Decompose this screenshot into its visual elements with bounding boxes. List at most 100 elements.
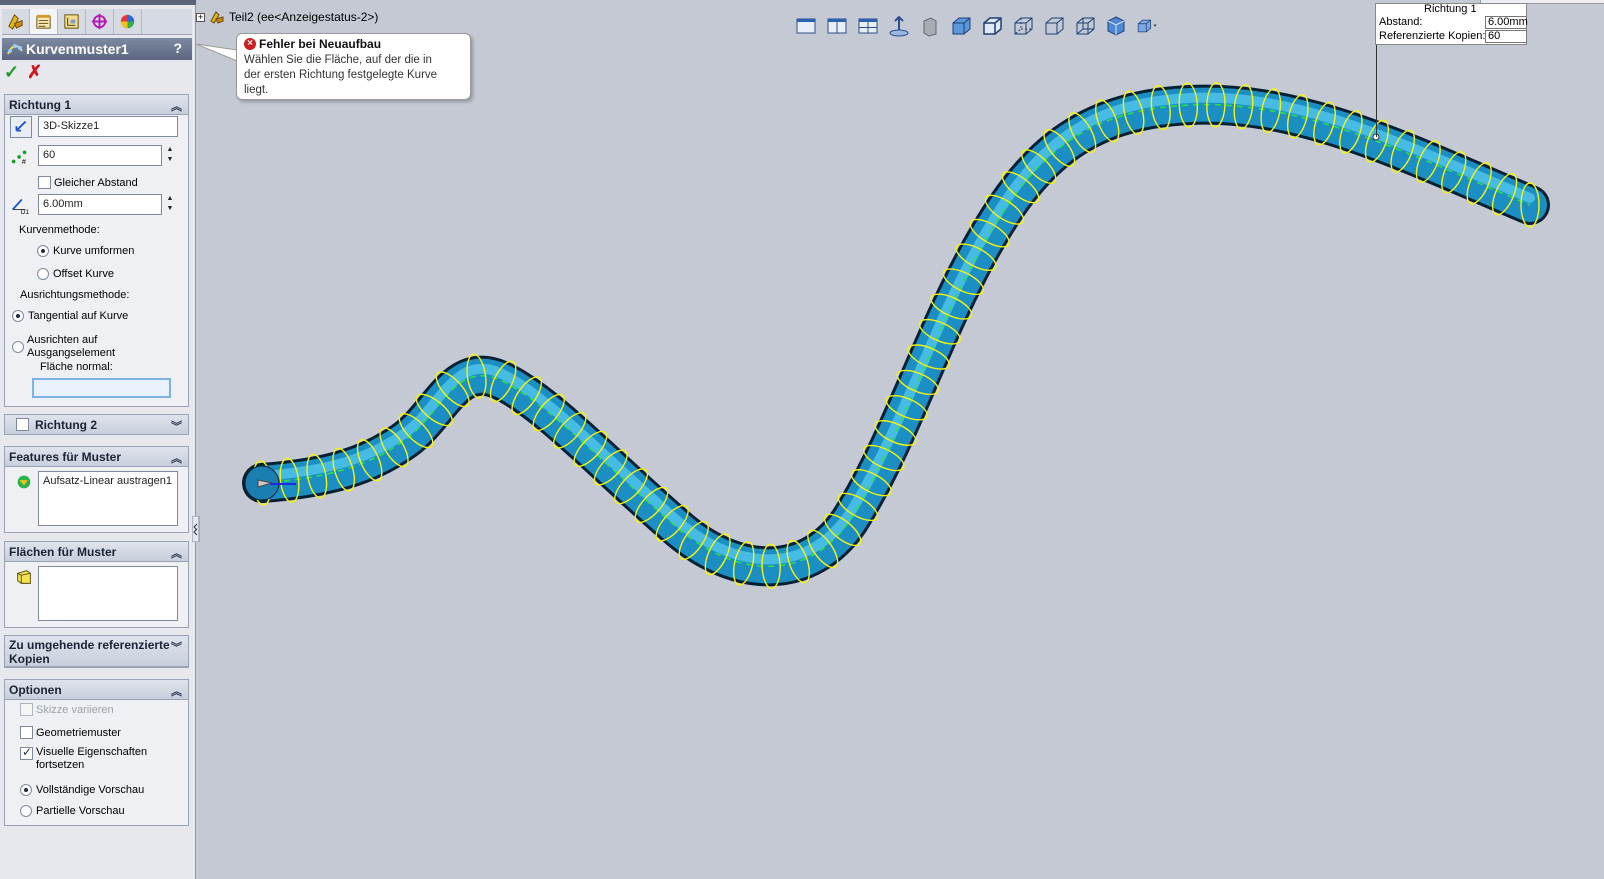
- shaded-button[interactable]: [949, 14, 973, 38]
- instance-count-field[interactable]: 60: [38, 145, 162, 166]
- section-view-button[interactable]: [918, 14, 942, 38]
- equal-spacing-label: Gleicher Abstand: [54, 177, 138, 189]
- tube-highlight: [257, 92, 1535, 565]
- two-view-button[interactable]: [825, 14, 849, 38]
- curve-method-transform-row[interactable]: Kurve umformen: [37, 245, 134, 258]
- iso-view-button[interactable]: [1104, 14, 1128, 38]
- spacing-spinner[interactable]: ▲ ▼: [165, 194, 175, 215]
- dimxpert-tab[interactable]: [86, 9, 114, 34]
- vary-sketch-checkbox[interactable]: [20, 703, 33, 716]
- normal-to-button[interactable]: [887, 14, 911, 38]
- help-button[interactable]: ?: [173, 40, 182, 56]
- feature-tree-root[interactable]: + Teil2 (ee<Anzeigestatus-2>): [196, 10, 378, 24]
- curve-method-label: Kurvenmethode:: [19, 224, 100, 236]
- swept-boss-tube[interactable]: [245, 87, 1547, 584]
- configuration-manager-tab[interactable]: [58, 9, 86, 34]
- faces-header[interactable]: Flächen für Muster ︽: [5, 542, 188, 562]
- section-view-icon: [923, 17, 937, 37]
- error-message-line3: liegt.: [244, 84, 269, 96]
- callout-spacing-field[interactable]: 6.00mm: [1485, 16, 1528, 29]
- geometry-pattern-checkbox[interactable]: [20, 726, 33, 739]
- features-list[interactable]: Aufsatz-Linear austragen1: [38, 471, 178, 526]
- faces-list[interactable]: [38, 566, 178, 621]
- pm-title-bar: Kurvenmuster1 ?: [2, 38, 192, 60]
- ok-button[interactable]: ✓: [4, 63, 19, 81]
- direction2-header[interactable]: Richtung 2 ︾: [5, 415, 188, 435]
- pattern-curve-field[interactable]: 3D-Skizze1: [38, 116, 178, 137]
- collapse-icon: ︽: [171, 548, 182, 560]
- ok-cancel-bar: ✓ ✗: [4, 63, 42, 81]
- hidden-lines-visible-button[interactable]: [1011, 14, 1035, 38]
- skip-instances-group: Zu umgehende referenzierte Kopien ︾: [4, 635, 189, 668]
- faces-selection-icon: [14, 567, 36, 589]
- error-title: Fehler bei Neuaufbau: [259, 37, 382, 51]
- equal-spacing-row: Gleicher Abstand: [38, 176, 138, 189]
- options-header[interactable]: Optionen ︽: [5, 680, 188, 700]
- direction1-header[interactable]: Richtung 1 ︽: [5, 95, 188, 115]
- full-preview-radio[interactable]: [20, 784, 32, 797]
- geometry-pattern-row[interactable]: Geometriemuster: [20, 726, 121, 739]
- single-view-button[interactable]: [794, 14, 818, 38]
- curve-pattern-icon: [7, 44, 23, 55]
- wireframe-button[interactable]: [1073, 14, 1097, 38]
- spacing-field[interactable]: 6.00mm: [38, 194, 162, 215]
- full-preview-label: Vollständige Vorschau: [36, 784, 145, 796]
- direction2-checkbox[interactable]: [16, 418, 29, 431]
- cancel-button[interactable]: ✗: [27, 63, 42, 81]
- direction1-group: Richtung 1 ︽ 3D-Skizze1 # 60 ▲ ▼ Gleicher…: [4, 94, 189, 407]
- collapse-icon: ︽: [171, 101, 182, 113]
- faces-group: Flächen für Muster ︽: [4, 541, 189, 628]
- spacing-dimension-icon: D1: [10, 195, 32, 217]
- skip-instances-title-1: Zu umgehende referenzierte: [9, 638, 170, 652]
- vary-sketch-label: Skizze variieren: [36, 704, 114, 716]
- four-view-icon: [858, 18, 878, 34]
- feature-manager-tab[interactable]: [2, 9, 30, 34]
- feature-manager-icon: [8, 14, 23, 30]
- options-group: Optionen ︽ Skizze variieren Geometriemus…: [4, 679, 189, 826]
- partial-preview-label: Partielle Vorschau: [36, 805, 125, 817]
- four-view-button[interactable]: [856, 14, 880, 38]
- propagate-visual-row[interactable]: [20, 745, 33, 760]
- tangent-radio[interactable]: [12, 310, 24, 323]
- hidden-lines-removed-button[interactable]: [1042, 14, 1066, 38]
- svg-text:D1: D1: [21, 209, 30, 215]
- property-manager-tab[interactable]: [30, 9, 58, 34]
- curve-method-offset-row[interactable]: Offset Kurve: [37, 268, 114, 281]
- view-orientation-button[interactable]: [1135, 14, 1159, 38]
- tangent-label: Tangential auf Kurve: [28, 310, 129, 322]
- align-seed-radio[interactable]: [12, 341, 24, 354]
- pm-title: Kurvenmuster1: [26, 41, 129, 57]
- panel-top-strip: [0, 0, 196, 5]
- align-tangent-row[interactable]: Tangential auf Kurve: [12, 310, 128, 323]
- hidden-lines-visible-icon: [1014, 17, 1033, 35]
- options-title: Optionen: [9, 682, 62, 697]
- direction-reverse-button[interactable]: [10, 116, 32, 138]
- callout-copies-field[interactable]: 60: [1485, 30, 1527, 43]
- partial-preview-radio[interactable]: [20, 805, 32, 818]
- property-manager-icon: [36, 14, 51, 29]
- feature-list-item[interactable]: Aufsatz-Linear austragen1: [43, 475, 173, 487]
- instance-count-icon: #: [10, 146, 32, 168]
- offset-curve-radio[interactable]: [37, 268, 49, 281]
- view-orientation-icon: [1137, 19, 1157, 33]
- instance-count-spinner[interactable]: ▲ ▼: [165, 145, 175, 166]
- partial-preview-row[interactable]: Partielle Vorschau: [20, 805, 125, 818]
- face-normal-field[interactable]: [32, 378, 171, 398]
- wireframe-icon: [1076, 17, 1095, 35]
- skip-instances-header[interactable]: Zu umgehende referenzierte Kopien ︾: [5, 636, 188, 667]
- align-seed-row[interactable]: [12, 341, 24, 354]
- shaded-edges-button[interactable]: [980, 14, 1004, 38]
- features-header[interactable]: Features für Muster ︽: [5, 447, 188, 467]
- expand-icon: ︾: [171, 421, 182, 433]
- expand-tree-icon[interactable]: +: [196, 12, 205, 22]
- skip-instances-title-2: Kopien: [9, 652, 50, 666]
- display-manager-tab[interactable]: [114, 9, 142, 34]
- equal-spacing-checkbox[interactable]: [38, 176, 51, 189]
- graphics-viewport[interactable]: [197, 0, 1604, 879]
- propagate-visual-checkbox[interactable]: [20, 745, 33, 760]
- rebuild-error-tooltip: × Fehler bei Neuaufbau Wählen Sie die Fl…: [236, 33, 471, 100]
- tube-body-shadow: [242, 84, 1550, 587]
- collapse-icon: ︽: [171, 686, 182, 698]
- full-preview-row[interactable]: Vollständige Vorschau: [20, 784, 144, 797]
- transform-curve-radio[interactable]: [37, 245, 49, 258]
